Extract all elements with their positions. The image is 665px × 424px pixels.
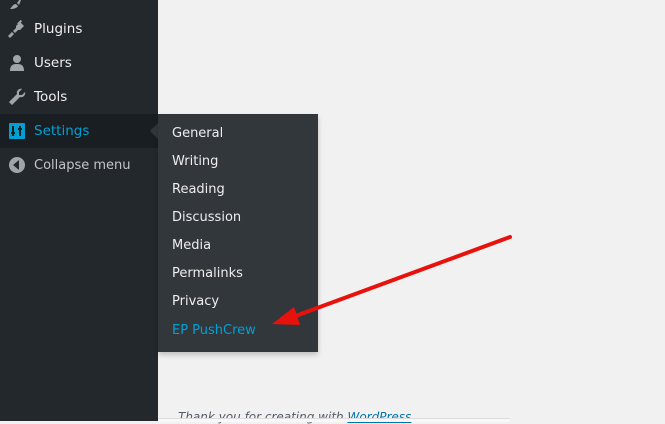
sidebar-item-users[interactable]: Users xyxy=(0,46,158,80)
sidebar-item-label: Collapse menu xyxy=(34,157,131,173)
sidebar-item-settings[interactable]: Settings xyxy=(0,114,158,148)
sidebar-item-label: Tools xyxy=(34,89,68,105)
submenu-item-general[interactable]: General xyxy=(172,126,223,141)
sidebar-item-tools[interactable]: Tools xyxy=(0,80,158,114)
sidebar-item-label: Plugins xyxy=(34,21,83,37)
wrench-icon xyxy=(7,87,27,107)
settings-sliders-icon xyxy=(7,121,27,141)
submenu-pointer xyxy=(150,123,158,139)
collapse-menu-button[interactable]: Collapse menu xyxy=(0,148,158,182)
footer-divider xyxy=(158,418,510,422)
submenu-item-permalinks[interactable]: Permalinks xyxy=(172,266,243,281)
plugin-icon xyxy=(7,19,27,39)
submenu-item-media[interactable]: Media xyxy=(172,238,211,253)
submenu-item-privacy[interactable]: Privacy xyxy=(172,294,219,309)
sidebar-item-label: Settings xyxy=(34,123,90,139)
settings-submenu: General Writing Reading Discussion Media… xyxy=(158,114,318,352)
submenu-item-reading[interactable]: Reading xyxy=(172,182,225,197)
submenu-item-writing[interactable]: Writing xyxy=(172,154,218,169)
admin-sidebar: Plugins Users Tools Settings Collapse me… xyxy=(0,0,158,421)
collapse-circle-icon xyxy=(7,155,27,175)
submenu-item-discussion[interactable]: Discussion xyxy=(172,210,241,225)
sidebar-item-plugins[interactable]: Plugins xyxy=(0,12,158,46)
submenu-item-ep-pushcrew[interactable]: EP PushCrew xyxy=(172,323,256,338)
users-icon xyxy=(7,53,27,73)
sidebar-item-label: Users xyxy=(34,55,72,71)
